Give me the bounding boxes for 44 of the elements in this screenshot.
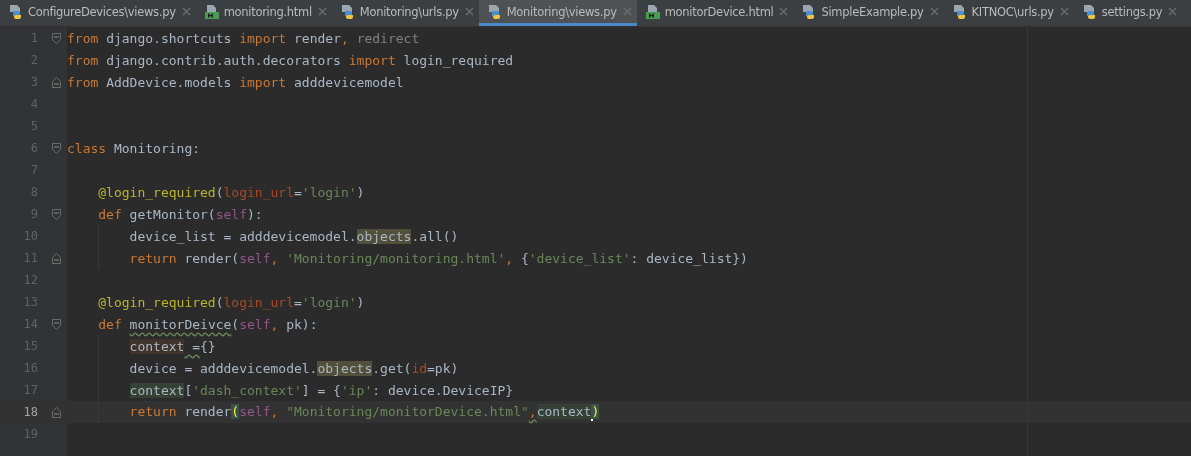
html-file-icon — [203, 3, 220, 20]
fold-marker-icon[interactable] — [52, 76, 61, 88]
code-line: @login_required(login_url='login') — [98, 184, 365, 200]
code-line: def monitorDeivce(self, pk): — [98, 316, 318, 332]
python-file-icon — [8, 3, 24, 20]
close-icon[interactable] — [1059, 7, 1069, 16]
editor-tab[interactable]: Monitoring\urls.py — [331, 0, 479, 26]
code-line: def getMonitor(self): — [98, 206, 263, 222]
editor-tab[interactable]: monitoring.html — [195, 0, 332, 26]
code-line: context ={} — [129, 338, 216, 354]
html-file-icon — [644, 3, 661, 20]
code-line: from AddDevice.models import adddevicemodel — [67, 74, 404, 90]
editor-tab[interactable]: settings.py — [1073, 0, 1183, 26]
fold-marker-icon[interactable] — [52, 406, 61, 418]
editor-tab[interactable]: monitorDevice.html — [636, 0, 794, 26]
code-line: class Monitoring: — [67, 140, 201, 156]
python-file-icon — [951, 3, 968, 20]
code-line: return render(self, 'Monitoring/monitoring.html', {'device_list': device_list}) — [129, 250, 748, 266]
line-number: 18 — [22, 405, 39, 419]
python-file-icon — [486, 3, 503, 20]
close-icon[interactable] — [464, 7, 474, 16]
editor-tab[interactable]: ConfigureDevices\views.py — [0, 0, 196, 26]
fold-marker-icon[interactable] — [52, 32, 61, 44]
close-icon[interactable] — [622, 7, 632, 16]
close-icon[interactable] — [929, 7, 939, 16]
close-icon[interactable] — [181, 7, 191, 16]
python-file-icon — [339, 3, 356, 20]
fold-marker-icon[interactable] — [52, 318, 61, 330]
code-line: @login_required(login_url='login') — [98, 294, 365, 310]
fold-marker-icon[interactable] — [52, 252, 61, 264]
editor-tab[interactable]: Monitoring\views.py — [478, 0, 637, 26]
close-icon[interactable] — [317, 7, 327, 16]
fold-marker-icon[interactable] — [52, 142, 61, 154]
fold-marker-icon[interactable] — [52, 208, 61, 220]
close-icon[interactable] — [1168, 7, 1178, 16]
editor-tab[interactable]: SimpleExample.py — [793, 0, 944, 26]
code-line: device_list = adddevicemodel.objects.all() — [129, 228, 459, 244]
python-file-icon — [1081, 3, 1098, 20]
code-line: from django.shortcuts import render, redirect — [67, 30, 420, 46]
close-icon[interactable] — [779, 7, 789, 16]
code-line: context['dash_context'] = {'ip': device.DeviceIP} — [129, 382, 514, 398]
editor-tab[interactable]: KITNOC\urls.py — [943, 0, 1074, 26]
code-line: device = adddevicemodel.objects.get(id=pk) — [129, 360, 459, 376]
code-line: from django.contrib.auth.decorators import login_required — [67, 52, 514, 68]
